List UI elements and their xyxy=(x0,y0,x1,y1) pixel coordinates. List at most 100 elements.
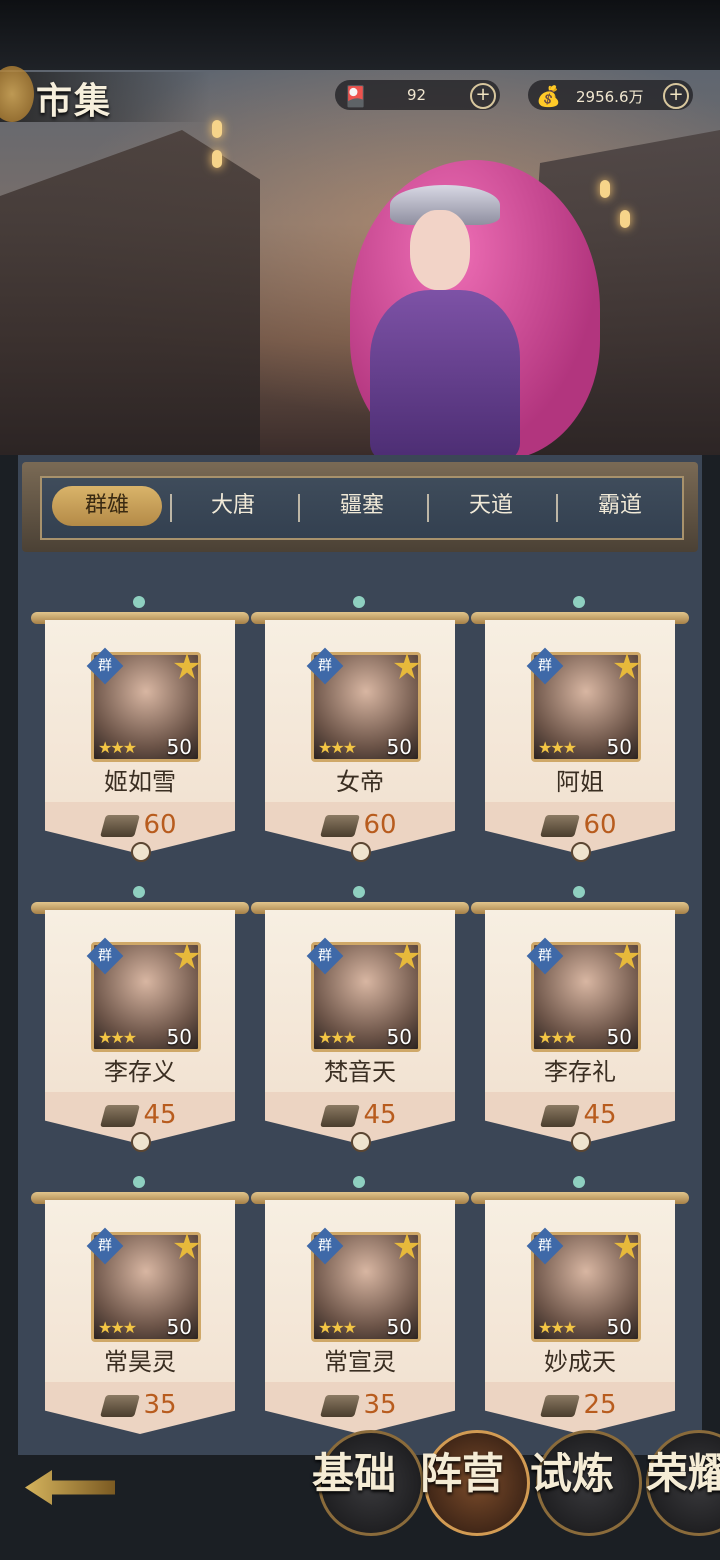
lantern-icon xyxy=(212,150,222,168)
price: 60 xyxy=(265,810,455,840)
hero-name: 梵音天 xyxy=(324,1058,396,1086)
star-rating: ★★★ xyxy=(318,1028,357,1047)
nav-trial-label: 试炼 xyxy=(530,1449,615,1498)
tab-tiandao[interactable]: 天道 xyxy=(436,486,546,526)
hero-card[interactable]: 群 ★★★ 50 常宣灵 35 xyxy=(251,1176,469,1434)
lantern-icon xyxy=(212,120,222,138)
hero-card[interactable]: 群 ★★★ 50 妙成天 25 xyxy=(471,1176,689,1434)
hero-level: 50 xyxy=(166,1315,192,1339)
tab-badao[interactable]: 霸道 xyxy=(565,486,675,526)
scroll-token-icon xyxy=(320,1104,361,1127)
faction-tag: 群 xyxy=(306,937,344,975)
add-token-button[interactable]: + xyxy=(470,83,496,109)
building-left xyxy=(0,130,260,455)
lantern-icon xyxy=(620,210,630,228)
hero-level: 50 xyxy=(166,1025,192,1049)
star-rating: ★★★ xyxy=(98,1028,137,1047)
hero-name: 姬如雪 xyxy=(104,768,176,796)
faction-tag: 群 xyxy=(86,1227,124,1265)
price: 45 xyxy=(45,1100,235,1130)
tab-divider xyxy=(556,494,558,522)
tab-jiangsai[interactable]: 疆塞 xyxy=(307,486,417,526)
hero-card[interactable]: 群 ★★★ 50 姬如雪 60 xyxy=(31,596,249,862)
resource-value: 2956.6万 xyxy=(576,88,644,106)
hero-portrait: 群 ★★★ 50 xyxy=(86,937,201,1052)
hero-portrait: 群 ★★★ 50 xyxy=(526,1227,641,1342)
faction-tag: 群 xyxy=(306,1227,344,1265)
hero-level: 50 xyxy=(386,735,412,759)
scroll-token-icon xyxy=(540,1104,581,1127)
hero-card[interactable]: 群 ★★★ 50 阿姐 60 xyxy=(471,596,689,862)
tab-divider xyxy=(427,494,429,522)
puzzle-badge-icon xyxy=(174,653,200,679)
tab-divider xyxy=(170,494,172,522)
hero-name: 妙成天 xyxy=(544,1348,616,1376)
hero-name: 李存义 xyxy=(104,1058,176,1086)
resource-scroll-token: 🎴 92 + xyxy=(335,80,500,110)
star-rating: ★★★ xyxy=(538,1318,577,1337)
scroll-token-icon xyxy=(320,1394,361,1417)
scroll-token-icon xyxy=(540,814,581,837)
hero-name: 女帝 xyxy=(336,768,384,796)
puzzle-badge-icon xyxy=(394,943,420,969)
hero-banner xyxy=(0,70,720,455)
hero-card[interactable]: 群 ★★★ 50 李存义 45 xyxy=(31,886,249,1152)
price: 25 xyxy=(485,1390,675,1420)
nav-basic-label: 基础 xyxy=(312,1449,397,1498)
hero-card[interactable]: 群 ★★★ 50 常昊灵 35 xyxy=(31,1176,249,1434)
hero-name: 阿姐 xyxy=(556,768,604,796)
hero-portrait: 群 ★★★ 50 xyxy=(526,937,641,1052)
scroll-token-icon xyxy=(100,814,141,837)
star-rating: ★★★ xyxy=(318,1318,357,1337)
tab-qunxiong[interactable]: 群雄 xyxy=(52,486,162,526)
puzzle-badge-icon xyxy=(614,653,640,679)
hero-name: 常昊灵 xyxy=(104,1348,176,1376)
faction-tag: 群 xyxy=(526,937,564,975)
hero-portrait: 群 ★★★ 50 xyxy=(306,1227,421,1342)
hero-portrait: 群 ★★★ 50 xyxy=(526,647,641,762)
star-rating: ★★★ xyxy=(98,738,137,757)
puzzle-badge-icon xyxy=(174,943,200,969)
faction-tag: 群 xyxy=(306,647,344,685)
scroll-token-icon: 🎴 xyxy=(343,84,368,108)
price: 60 xyxy=(485,810,675,840)
hero-portrait: 群 ★★★ 50 xyxy=(306,937,421,1052)
scroll-token-icon xyxy=(320,814,361,837)
hero-portrait: 群 ★★★ 50 xyxy=(86,647,201,762)
price: 45 xyxy=(485,1100,675,1130)
price: 45 xyxy=(265,1100,455,1130)
hero-level: 50 xyxy=(166,735,192,759)
scroll-token-icon xyxy=(100,1394,141,1417)
faction-tag: 群 xyxy=(86,647,124,685)
resource-value: 92 xyxy=(407,86,427,104)
faction-tag: 群 xyxy=(526,647,564,685)
nav-faction-label: 阵营 xyxy=(420,1449,505,1498)
lantern-icon xyxy=(600,180,610,198)
hero-card[interactable]: 群 ★★★ 50 李存礼 45 xyxy=(471,886,689,1152)
hero-card[interactable]: 群 ★★★ 50 女帝 60 xyxy=(251,596,469,862)
puzzle-badge-icon xyxy=(394,653,420,679)
status-area xyxy=(0,0,720,70)
hero-portrait: 群 ★★★ 50 xyxy=(86,1227,201,1342)
puzzle-badge-icon xyxy=(614,943,640,969)
add-coins-button[interactable]: + xyxy=(663,83,689,109)
price: 35 xyxy=(265,1390,455,1420)
hero-level: 50 xyxy=(386,1315,412,1339)
hero-level: 50 xyxy=(606,1025,632,1049)
hero-level: 50 xyxy=(606,735,632,759)
coin-pouch-icon: 💰 xyxy=(536,84,561,108)
hero-level: 50 xyxy=(606,1315,632,1339)
back-arrow-button[interactable] xyxy=(25,1470,115,1505)
hero-level: 50 xyxy=(386,1025,412,1049)
star-rating: ★★★ xyxy=(98,1318,137,1337)
scroll-token-icon xyxy=(100,1104,141,1127)
star-rating: ★★★ xyxy=(538,738,577,757)
hero-card[interactable]: 群 ★★★ 50 梵音天 45 xyxy=(251,886,469,1152)
faction-tag: 群 xyxy=(86,937,124,975)
hero-name: 常宣灵 xyxy=(324,1348,396,1376)
tab-datang[interactable]: 大唐 xyxy=(178,486,288,526)
puzzle-badge-icon xyxy=(394,1233,420,1259)
nav-glory-label: 荣耀 xyxy=(646,1449,720,1498)
hero-portrait: 群 ★★★ 50 xyxy=(306,647,421,762)
featured-hero-art xyxy=(330,130,600,455)
